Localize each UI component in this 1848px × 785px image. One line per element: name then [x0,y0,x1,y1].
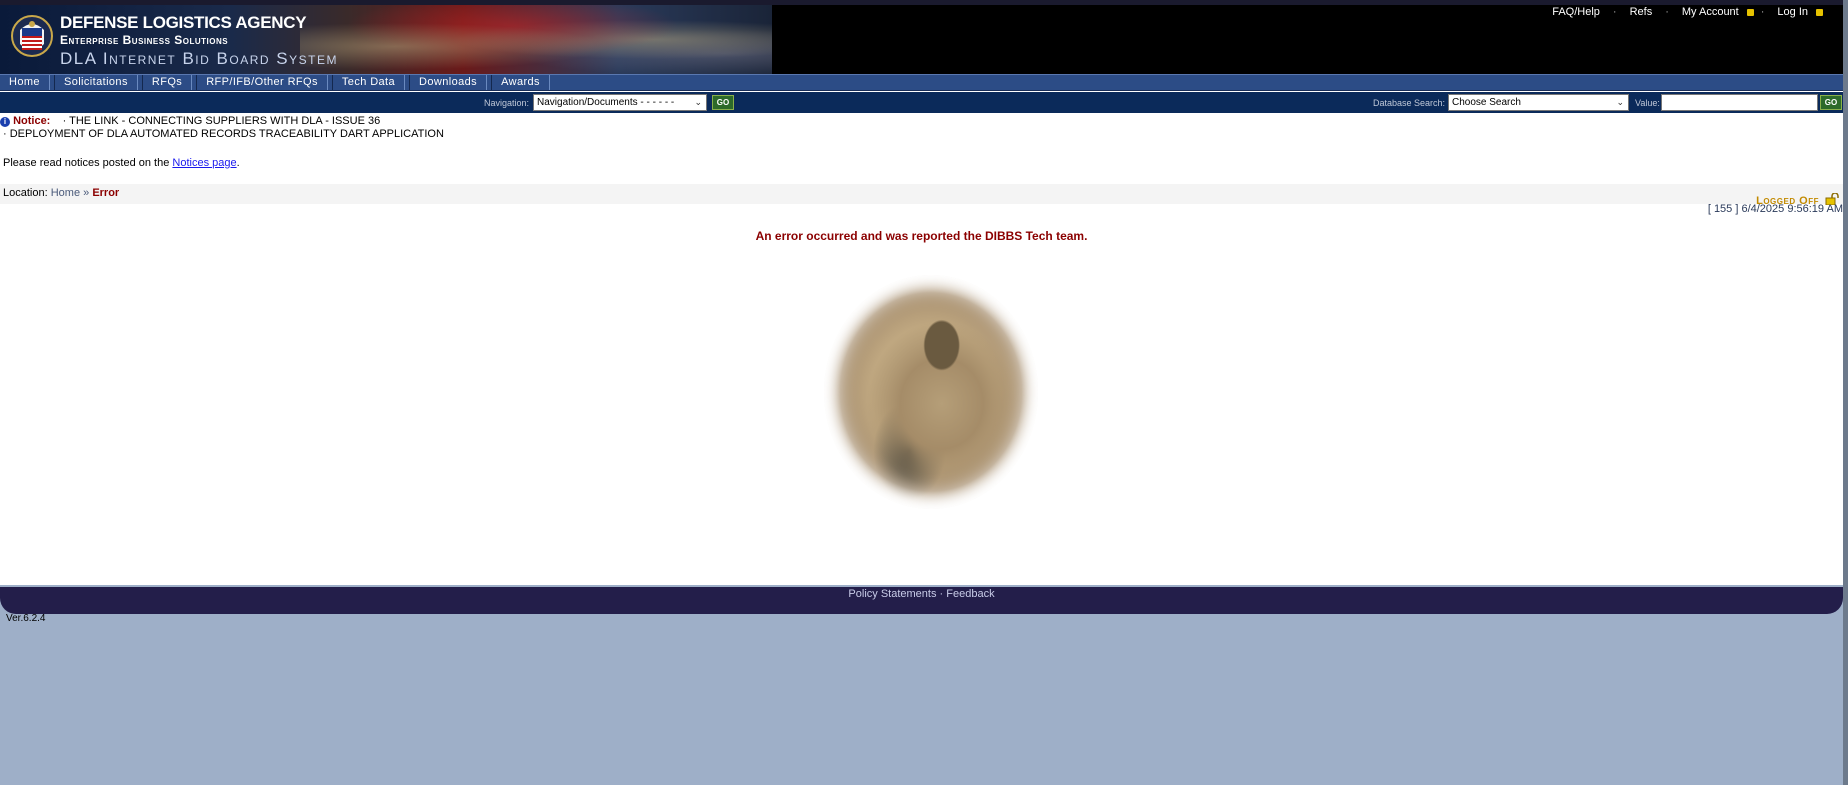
notice-item[interactable]: · THE LINK - CONNECTING SUPPLIERS WITH D… [63,115,381,127]
policy-statements-link[interactable]: Policy Statements [848,588,936,600]
page-content: DEFENSE LOGISTICS AGENCY Enterprise Busi… [0,5,1843,624]
breadcrumb-separator: » [83,187,90,199]
chevron-down-icon: ⌄ [694,97,702,107]
site-header: DEFENSE LOGISTICS AGENCY Enterprise Busi… [0,5,1843,74]
link-separator: · [1612,6,1617,18]
location-label: Location: [3,187,48,199]
breadcrumb: Location: Home » Error [3,187,119,199]
feedback-link[interactable]: Feedback [946,588,994,600]
faq-link[interactable]: FAQ/Help [1546,6,1606,18]
error-message: An error occurred and was reported the D… [755,229,1088,243]
banner-photo-collage [300,5,772,74]
database-search-select[interactable]: Choose Search ⌄ [1448,94,1629,111]
menu-solicitations[interactable]: Solicitations [53,75,138,90]
breadcrumb-home[interactable]: Home [51,187,80,199]
navigation-bar: Navigation: Navigation/Documents - - - -… [0,92,1843,113]
my-account-link[interactable]: My Account [1676,6,1745,18]
link-separator: · [1665,6,1669,18]
breadcrumb-current: Error [92,187,120,199]
login-link[interactable]: Log In [1771,6,1814,18]
navigation-label: Navigation: [484,98,530,108]
main-menu: Home Solicitations RFQs RFP/IFB/Other RF… [0,74,1843,91]
search-go-button[interactable]: GO [1820,95,1842,110]
read-notices-suffix: . [236,157,240,169]
read-notices-prefix: Please read notices posted on the [3,157,173,169]
agency-name: DEFENSE LOGISTICS AGENCY [60,13,307,32]
refs-link[interactable]: Refs [1624,6,1659,18]
navigation-go-button[interactable]: GO [712,95,734,110]
dla-seal-icon [11,15,53,57]
link-separator: · [1760,6,1765,18]
notice-item[interactable]: · DEPLOYMENT OF DLA AUTOMATED RECORDS TR… [3,128,444,140]
soldier-photo [824,275,1038,509]
version-label: Ver.6.2.4 [6,613,46,624]
menu-rfqs[interactable]: RFQs [141,75,193,90]
navigation-select[interactable]: Navigation/Documents - - - - - - ⌄ [533,94,707,111]
session-timestamp: [ 155 ] 6/4/2025 9:56:19 AM [1707,203,1843,215]
database-search-value: Choose Search [1452,97,1521,108]
footer: Policy Statements · Feedback [0,587,1843,614]
notice-label: Notice: [13,115,51,127]
value-input[interactable] [1661,94,1818,111]
notices-page-link[interactable]: Notices page [172,157,236,169]
lock-icon [1746,8,1754,16]
menu-tech-data[interactable]: Tech Data [331,75,406,90]
value-label: Value: [1635,98,1660,108]
chevron-down-icon: ⌄ [1616,97,1624,107]
menu-awards[interactable]: Awards [491,75,550,90]
system-name: DLA Internet Bid Board System [60,49,338,68]
notice-block: i Notice: · THE LINK - CONNECTING SUPPLI… [0,115,444,140]
info-icon: i [0,117,10,127]
location-bar: Location: Home » Error Logged Off [0,184,1843,207]
lock-icon [1816,8,1823,16]
menu-downloads[interactable]: Downloads [409,75,488,90]
read-notices-text: Please read notices posted on the Notice… [3,157,240,169]
database-search-label: Database Search: [1373,98,1446,108]
window-scrollbar-edge[interactable] [1843,0,1848,785]
menu-home[interactable]: Home [0,75,50,90]
menu-rfp-ifb[interactable]: RFP/IFB/Other RFQs [196,75,328,90]
footer-separator: · [939,588,944,600]
dibbs-banner[interactable]: DEFENSE LOGISTICS AGENCY Enterprise Busi… [0,5,772,74]
navigation-select-value: Navigation/Documents - - - - - - [537,97,675,108]
top-links: FAQ/Help · Refs · My Account · Log In [1546,6,1823,18]
division-name: Enterprise Business Solutions [60,33,229,47]
